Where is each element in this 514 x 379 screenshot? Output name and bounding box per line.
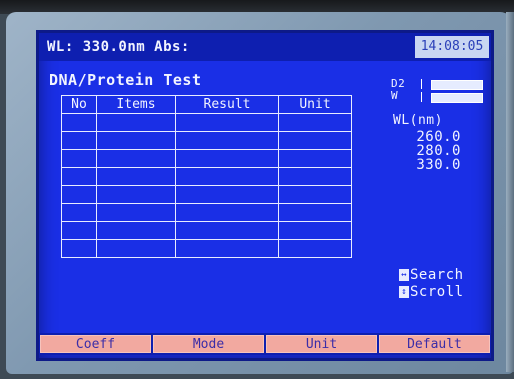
cell-items — [96, 113, 176, 132]
cell-unit — [278, 131, 352, 150]
cell-no — [61, 131, 97, 150]
cell-no — [61, 113, 97, 132]
device-bezel-edge — [506, 12, 514, 372]
cell-no — [61, 149, 97, 168]
status-bar: WL: 330.0nm Abs: 14:08:05 — [39, 33, 491, 61]
cell-result — [175, 239, 279, 258]
cell-items — [96, 185, 176, 204]
column-header-items: Items — [96, 95, 176, 114]
cell-result — [175, 167, 279, 186]
w-lamp-icon — [421, 92, 428, 102]
mode-softkey[interactable]: Mode — [153, 335, 264, 353]
left-right-arrow-icon: ↔ — [399, 269, 409, 281]
w-lamp-label: W — [391, 89, 399, 102]
cell-unit — [278, 239, 352, 258]
cell-result — [175, 185, 279, 204]
wavelength-status: WL: 330.0nm Abs: — [47, 39, 190, 55]
search-hint: Search — [410, 267, 464, 283]
table-row[interactable] — [61, 239, 352, 258]
cell-items — [96, 221, 176, 240]
cell-result — [175, 149, 279, 168]
table-row[interactable] — [61, 185, 352, 204]
column-header-no: No — [61, 95, 97, 114]
table-row[interactable] — [61, 149, 352, 168]
results-table: No Items Result Unit — [61, 95, 352, 258]
cell-items — [96, 149, 176, 168]
cell-items — [96, 167, 176, 186]
table-row[interactable] — [61, 167, 352, 186]
table-row[interactable] — [61, 131, 352, 150]
default-softkey[interactable]: Default — [379, 335, 490, 353]
d2-lamp-icon — [421, 79, 428, 89]
cell-unit — [278, 203, 352, 222]
cell-unit — [278, 221, 352, 240]
cell-no — [61, 221, 97, 240]
cell-no — [61, 239, 97, 258]
column-header-result: Result — [175, 95, 279, 114]
cell-items — [96, 239, 176, 258]
cell-items — [96, 131, 176, 150]
table-row[interactable] — [61, 203, 352, 222]
coeff-softkey[interactable]: Coeff — [40, 335, 151, 353]
clock: 14:08:05 — [415, 36, 489, 58]
cell-unit — [278, 113, 352, 132]
cell-unit — [278, 149, 352, 168]
cell-no — [61, 167, 97, 186]
cell-items — [96, 203, 176, 222]
lcd-screen: WL: 330.0nm Abs: 14:08:05 DNA/Protein Te… — [36, 30, 494, 361]
wavelength-value: 330.0 — [416, 157, 461, 173]
unit-softkey[interactable]: Unit — [266, 335, 377, 353]
cell-result — [175, 221, 279, 240]
cell-unit — [278, 185, 352, 204]
w-lamp-status-bar — [431, 93, 483, 103]
table-row[interactable] — [61, 221, 352, 240]
cell-unit — [278, 167, 352, 186]
cell-result — [175, 131, 279, 150]
cell-no — [61, 185, 97, 204]
wavelength-panel-header: WL(nm) — [393, 113, 443, 128]
page-title: DNA/Protein Test — [49, 71, 202, 89]
table-header-row: No Items Result Unit — [61, 95, 352, 114]
d2-lamp-status-bar — [431, 80, 483, 90]
softkey-bar: Coeff Mode Unit Default — [39, 333, 491, 355]
cell-no — [61, 203, 97, 222]
cell-result — [175, 203, 279, 222]
scroll-hint: Scroll — [410, 284, 464, 300]
up-down-arrow-icon: ↕ — [399, 286, 409, 298]
column-header-unit: Unit — [278, 95, 352, 114]
cell-result — [175, 113, 279, 132]
table-row[interactable] — [61, 113, 352, 132]
